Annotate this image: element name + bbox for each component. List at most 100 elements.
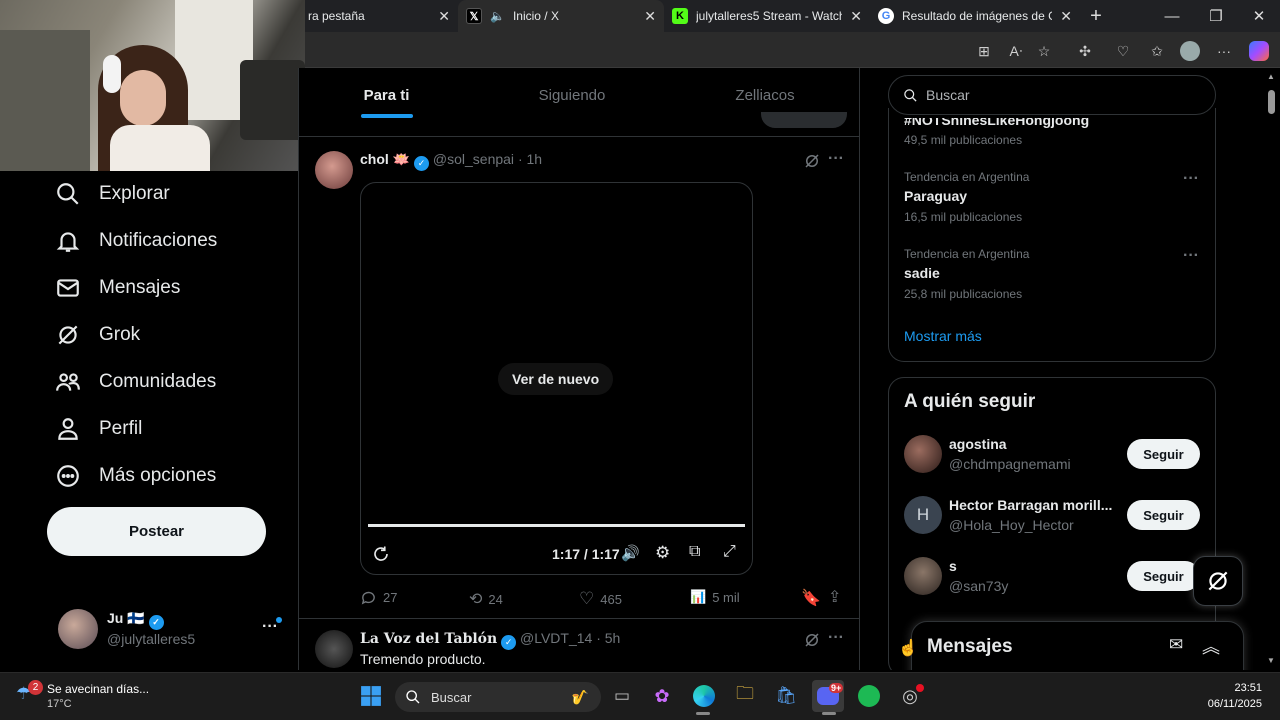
- performance-icon[interactable]: ♡: [1112, 40, 1134, 62]
- follow-handle[interactable]: @san73y: [949, 578, 1008, 594]
- trend-name[interactable]: #NOTShinesLikeHongjoong: [904, 118, 1089, 128]
- trend-more-icon[interactable]: ···: [1183, 247, 1199, 265]
- tab-close-icon[interactable]: ✕: [1060, 8, 1072, 25]
- video-player[interactable]: Ver de nuevo 1:17 / 1:17 🔊 ⚙ ⧉ ⤢: [360, 182, 753, 575]
- edge-browser-icon[interactable]: [688, 680, 720, 712]
- follow-name[interactable]: agostina: [949, 436, 1007, 452]
- repost-button[interactable]: ⟲ 24: [469, 589, 503, 609]
- picture-in-picture-icon[interactable]: ⧉: [689, 543, 700, 561]
- clock-time[interactable]: 23:51: [1200, 682, 1262, 694]
- post-more-icon[interactable]: ···: [828, 150, 844, 168]
- clock-date[interactable]: 06/11/2025: [1190, 698, 1262, 710]
- author-name[interactable]: La Voz del Tablón: [360, 631, 497, 647]
- trend-name[interactable]: Paraguay: [904, 188, 967, 204]
- tab-close-icon[interactable]: ✕: [438, 8, 450, 25]
- nav-notifications[interactable]: Notificaciones: [55, 223, 217, 259]
- scroll-down-arrow-icon[interactable]: ▼: [1267, 656, 1275, 665]
- settings-gear-icon[interactable]: ⚙: [655, 543, 670, 563]
- maximize-button[interactable]: ❐: [1194, 0, 1238, 32]
- reply-button[interactable]: 27: [360, 589, 397, 606]
- page-scrollbar[interactable]: ▲ ▼: [1264, 68, 1280, 670]
- file-explorer-icon[interactable]: 🗀: [729, 680, 761, 712]
- nav-more-options[interactable]: Más opciones: [55, 458, 216, 494]
- spotify-icon[interactable]: [853, 680, 885, 712]
- favorites-icon[interactable]: ✩: [1146, 40, 1168, 62]
- follow-button[interactable]: Seguir: [1127, 500, 1200, 530]
- task-view-icon[interactable]: ▭: [606, 680, 638, 712]
- nav-messages[interactable]: Mensajes: [55, 270, 180, 306]
- grok-icon[interactable]: [803, 631, 821, 649]
- grok-floating-button[interactable]: [1193, 556, 1243, 606]
- tab-x-home[interactable]: 𝕏 🔈 Inicio / X ✕: [458, 0, 664, 32]
- post-time[interactable]: · 5h: [596, 630, 620, 646]
- follow-button[interactable]: Seguir: [1127, 561, 1200, 591]
- partial-button[interactable]: [761, 112, 847, 128]
- speaker-icon[interactable]: 🔈: [490, 9, 505, 23]
- author-handle[interactable]: @LVDT_14: [520, 630, 592, 646]
- avatar[interactable]: [315, 630, 353, 668]
- follow-handle[interactable]: @Hola_Hoy_Hector: [949, 517, 1074, 533]
- trend-more-icon[interactable]: ···: [1183, 170, 1199, 188]
- fullscreen-icon[interactable]: ⤢: [723, 543, 736, 561]
- minimize-button[interactable]: —: [1150, 0, 1194, 32]
- copilot-icon[interactable]: ✿: [646, 680, 678, 712]
- weather-title[interactable]: Se avecinan días...: [47, 682, 149, 696]
- nav-profile[interactable]: Perfil: [55, 411, 142, 447]
- new-tab-button[interactable]: +: [1084, 4, 1108, 28]
- nav-grok[interactable]: Grok: [55, 317, 140, 353]
- share-icon[interactable]: ⇪: [828, 587, 841, 607]
- volume-icon[interactable]: 🔊: [621, 544, 640, 562]
- follow-name[interactable]: s: [949, 558, 957, 574]
- author-name[interactable]: chol 🪷: [360, 151, 410, 167]
- trend-name[interactable]: sadie: [904, 265, 940, 281]
- grok-icon[interactable]: [803, 152, 821, 170]
- follow-button[interactable]: Seguir: [1127, 439, 1200, 469]
- follow-handle[interactable]: @chdmpagnemami: [949, 456, 1071, 472]
- app-available-icon[interactable]: ⊞: [973, 40, 995, 62]
- avatar[interactable]: H: [904, 496, 942, 534]
- post-time[interactable]: · 1h: [518, 151, 542, 167]
- tab-google-images[interactable]: G Resultado de imágenes de Go ✕: [870, 0, 1080, 32]
- nav-explore[interactable]: Explorar: [55, 176, 170, 212]
- author-handle[interactable]: @sol_senpai: [433, 151, 514, 167]
- nav-label: Más opciones: [99, 465, 217, 486]
- avatar[interactable]: [904, 557, 942, 595]
- mouse-cursor: ☝: [898, 640, 918, 657]
- like-button[interactable]: ♡ 465: [579, 589, 622, 609]
- tab-close-icon[interactable]: ✕: [644, 8, 656, 25]
- scroll-up-arrow-icon[interactable]: ▲: [1267, 72, 1275, 81]
- settings-more-icon[interactable]: ···: [1213, 40, 1235, 62]
- video-progress-track[interactable]: [368, 524, 745, 527]
- profile-avatar[interactable]: [1180, 41, 1200, 61]
- close-window-button[interactable]: ✕: [1237, 0, 1280, 32]
- grok-icon: [1208, 571, 1228, 591]
- tab-siguiendo[interactable]: Siguiendo: [474, 68, 670, 122]
- post-more-icon[interactable]: ···: [828, 629, 844, 647]
- show-more-link[interactable]: Mostrar más: [904, 328, 982, 344]
- tab-close-icon[interactable]: ✕: [850, 8, 862, 25]
- windows-start-icon[interactable]: [355, 680, 387, 712]
- trend-count: 25,8 mil publicaciones: [904, 287, 1023, 301]
- taskbar-search[interactable]: Buscar 🎷: [395, 682, 601, 712]
- post-button[interactable]: Postear: [47, 507, 266, 556]
- extensions-icon[interactable]: ✣: [1074, 40, 1096, 62]
- avatar[interactable]: [315, 151, 353, 189]
- favorite-star-icon[interactable]: ☆: [1033, 40, 1055, 62]
- store-icon[interactable]: 🛍: [770, 680, 802, 712]
- avatar[interactable]: [904, 435, 942, 473]
- replay-button[interactable]: Ver de nuevo: [498, 363, 614, 395]
- tab-kick-stream[interactable]: K julytalleres5 Stream - Watch Li ✕: [664, 0, 870, 32]
- expand-chevron-icon[interactable]: ︽: [1202, 633, 1220, 659]
- read-aloud-icon[interactable]: Aᐧ: [1005, 40, 1027, 62]
- new-message-icon[interactable]: ✉: [1169, 635, 1183, 655]
- follow-name[interactable]: Hector Barragan morill...: [949, 497, 1112, 513]
- copilot-icon[interactable]: [1249, 41, 1269, 61]
- messages-drawer[interactable]: Mensajes ✉ ︽: [911, 621, 1244, 670]
- post-header: La Voz del Tablón ✓ @LVDT_14 · 5h: [360, 630, 620, 650]
- bookmark-icon[interactable]: 🔖: [801, 588, 821, 608]
- tab-new-tab[interactable]: ra pestaña ✕: [300, 0, 458, 32]
- views-button[interactable]: 📊 5 mil: [690, 589, 740, 605]
- nav-communities[interactable]: Comunidades: [55, 364, 216, 400]
- replay-icon[interactable]: [372, 545, 390, 563]
- scrollbar-thumb[interactable]: [1268, 90, 1275, 114]
